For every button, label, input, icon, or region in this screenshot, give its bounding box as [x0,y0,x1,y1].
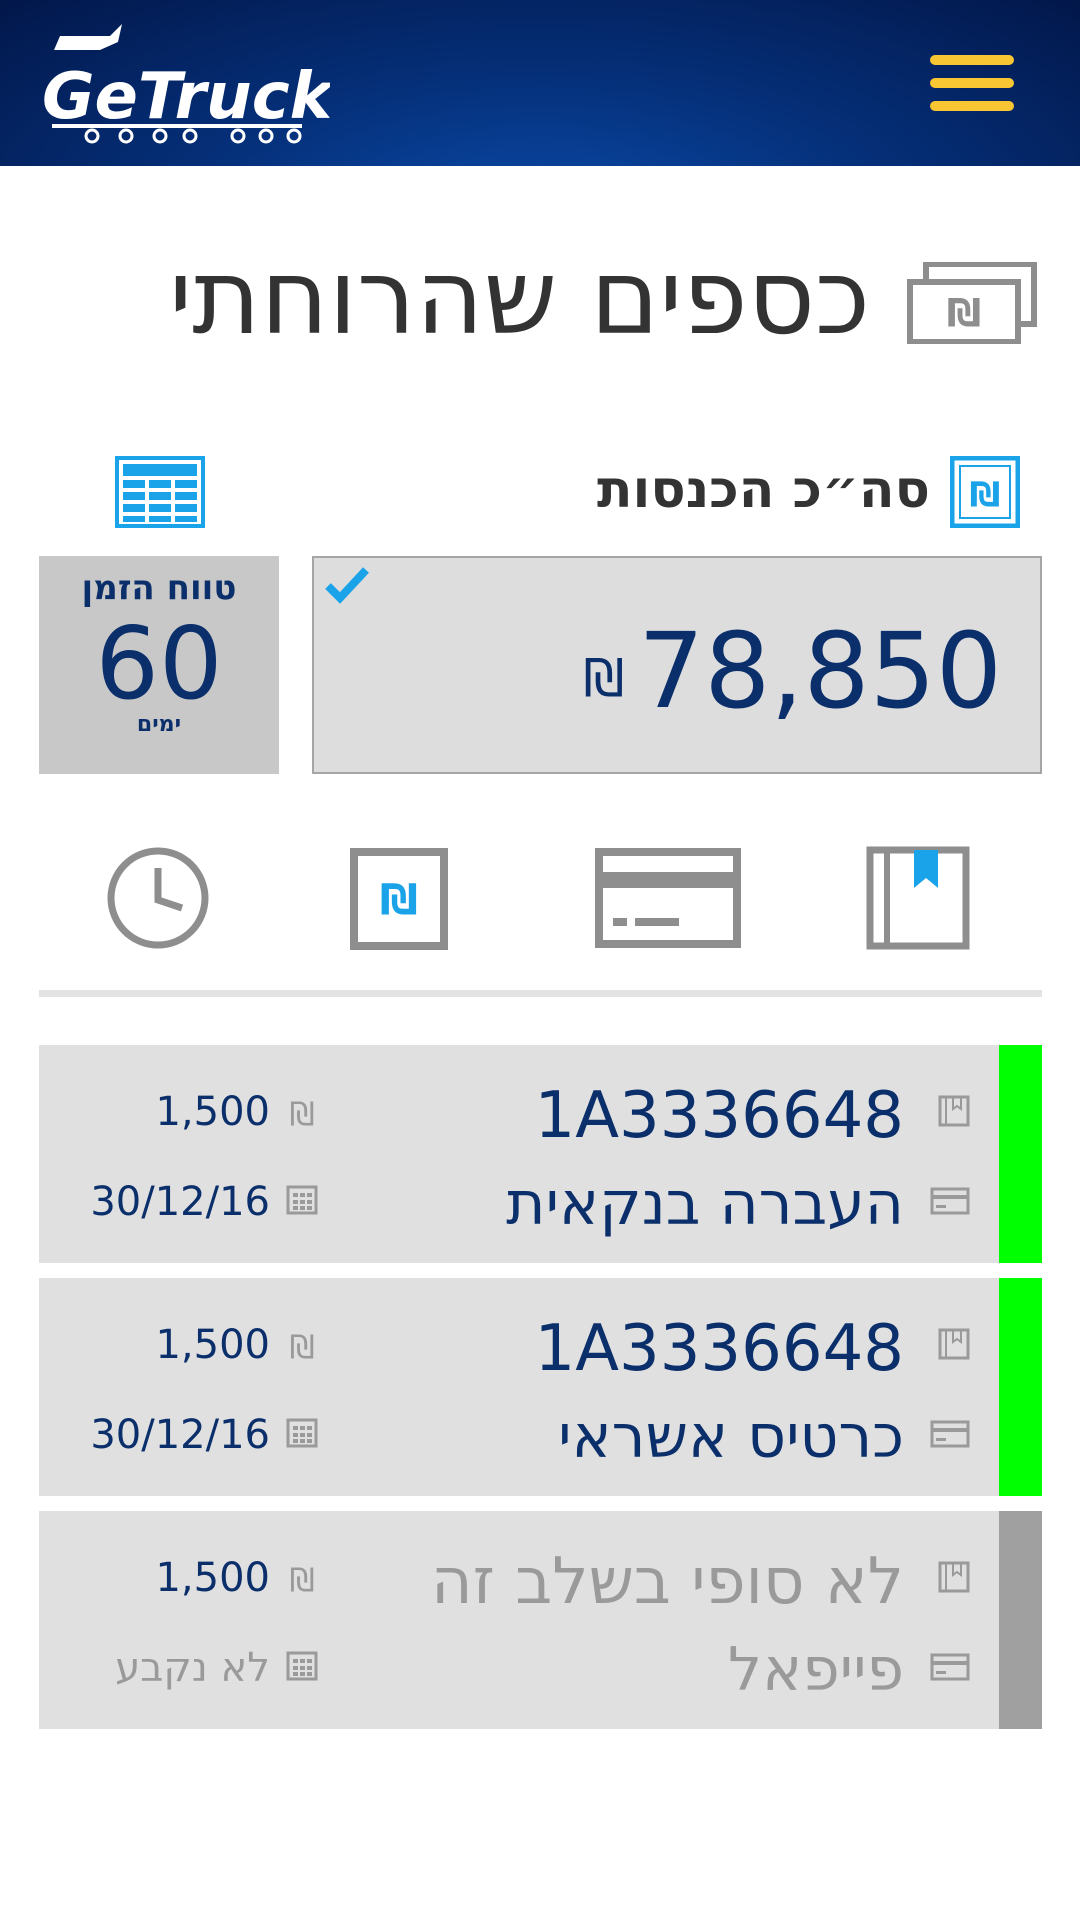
payment-date: לא נקבע [115,1645,270,1691]
reference-book-icon [938,1561,970,1593]
status-indicator [999,1045,1042,1263]
svg-text:₪: ₪ [970,475,1001,515]
status-indicator [999,1511,1042,1729]
payment-method: פייפאל [728,1635,904,1705]
svg-text:₪: ₪ [289,1561,314,1599]
hamburger-menu-icon[interactable] [930,55,1014,111]
clock-icon[interactable] [106,846,210,950]
shekel-icon: ₪ [950,456,1020,528]
time-range-value: 60 [95,605,223,722]
checkmark-icon [325,567,369,604]
currency-symbol: ₪ [583,648,625,709]
total-amount-value: 78,850 [638,610,1002,732]
payment-amount: 1,500 [155,1089,270,1135]
payment-date: 30/12/16 [90,1179,270,1225]
bookmark-book-icon[interactable] [866,846,970,950]
svg-text:₪: ₪ [947,291,981,335]
payment-card[interactable]: לא סופי בשלב זה פייפאל ₪ 1,500 לא נקבע [39,1511,1042,1729]
table-view-icon[interactable] [115,456,205,528]
payment-method: העברה בנקאית [506,1169,904,1239]
card-icon [930,1420,970,1448]
getruck-logo[interactable]: GeTruck [40,20,330,145]
reference-book-icon [938,1328,970,1360]
status-indicator [999,1278,1042,1496]
payment-reference: לא סופי בשלב זה [430,1545,904,1619]
reference-book-icon [938,1095,970,1127]
svg-text:₪: ₪ [289,1328,314,1366]
money-bills-icon: ₪ [907,262,1037,344]
total-income-label: סה״כ הכנסות [597,460,930,520]
calendar-icon [286,1185,318,1215]
total-amount-box[interactable]: ₪ 78,850 [312,556,1042,774]
credit-card-icon[interactable] [595,848,741,948]
card-icon [930,1187,970,1215]
svg-text:₪: ₪ [289,1095,314,1133]
section-divider [39,990,1042,997]
shekel-small-icon: ₪ [289,1095,314,1133]
time-range-selector[interactable]: טווח הזמן 60 ימים [39,556,279,774]
payment-method: כרטיס אשראי [558,1402,904,1472]
app-header: GeTruck [0,0,1080,166]
payment-reference: 1A3336648 [534,1312,904,1386]
total-amount: ₪ 78,850 [583,610,1002,732]
calendar-icon [286,1418,318,1448]
shekel-filter-icon[interactable]: ₪ [350,848,448,950]
payment-date: 30/12/16 [90,1412,270,1458]
payment-reference: 1A3336648 [534,1079,904,1153]
calendar-icon [286,1651,318,1681]
shekel-small-icon: ₪ [289,1561,314,1599]
svg-text:₪: ₪ [380,875,418,924]
payment-amount: 1,500 [155,1322,270,1368]
page-title: כספים שהרוחתי [169,236,870,358]
payment-card[interactable]: 1A3336648 העברה בנקאית ₪ 1,500 30/12/16 [39,1045,1042,1263]
payment-card[interactable]: 1A3336648 כרטיס אשראי ₪ 1,500 30/12/16 [39,1278,1042,1496]
shekel-small-icon: ₪ [289,1328,314,1366]
card-icon [930,1653,970,1681]
time-range-unit: ימים [136,712,182,737]
time-range-label: טווח הזמן [81,568,237,608]
logo-text: GeTruck [42,60,330,134]
payment-amount: 1,500 [155,1555,270,1601]
